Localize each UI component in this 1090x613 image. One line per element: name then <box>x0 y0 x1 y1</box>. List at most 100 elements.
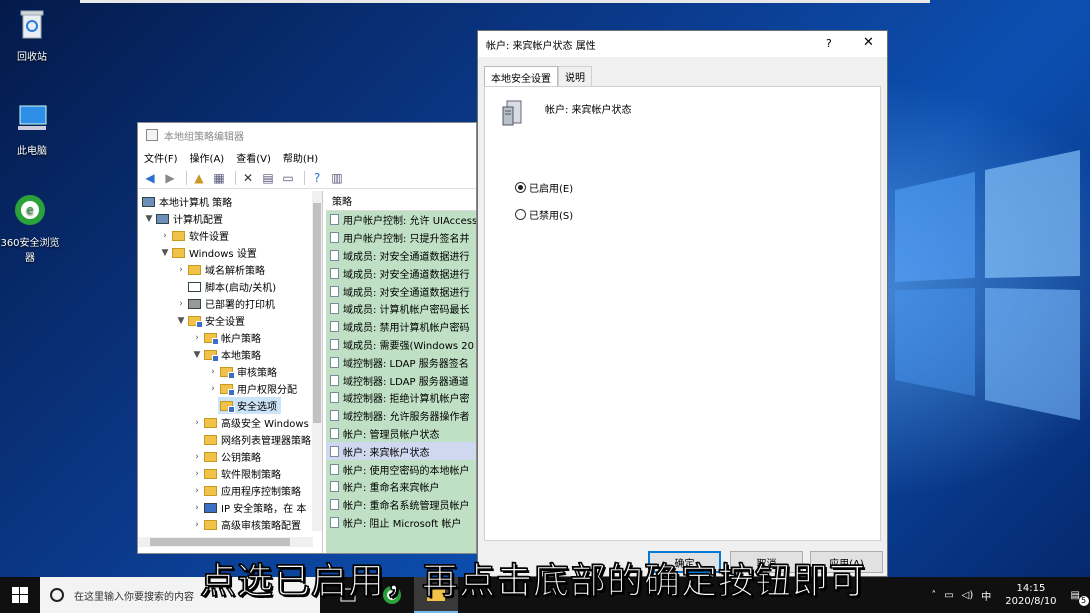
close-icon[interactable]: ✕ <box>863 35 874 50</box>
list-item[interactable]: 域控制器: 允许服务器操作者 <box>326 407 476 425</box>
export-list-icon[interactable]: ▭ <box>280 170 296 186</box>
desktop-icon-recycle-bin[interactable]: 回收站 <box>0 6 64 63</box>
list-item[interactable]: 域控制器: LDAP 服务器签名 <box>326 353 476 371</box>
chevron-right-icon[interactable]: › <box>192 486 202 496</box>
chevron-right-icon[interactable]: › <box>192 503 202 513</box>
tree-item[interactable]: › 用户权限分配 <box>208 380 297 397</box>
tree-item[interactable]: 脚本(启动/关机) <box>186 278 276 295</box>
up-folder-icon[interactable]: ▲ <box>191 170 207 186</box>
chevron-right-icon[interactable]: › <box>192 333 202 343</box>
chevron-right-icon[interactable]: › <box>176 265 186 275</box>
list-item[interactable]: 域控制器: LDAP 服务器通道 <box>326 371 476 389</box>
network-icon[interactable]: ▭ <box>944 590 953 601</box>
radio-disabled[interactable]: 已禁用(S) <box>515 207 573 222</box>
chevron-down-icon[interactable]: ▼ <box>144 214 154 224</box>
gpe-titlebar[interactable]: 本地组策略编辑器 <box>138 123 476 147</box>
folder-icon <box>204 434 217 445</box>
help-button[interactable]: ? <box>826 37 832 50</box>
menu-help[interactable]: 帮助(H) <box>283 150 318 165</box>
volume-icon[interactable]: ◁) <box>962 590 974 601</box>
chevron-down-icon[interactable]: ▼ <box>192 350 202 360</box>
tab-local-security-setting[interactable]: 本地安全设置 <box>484 66 558 87</box>
folder-icon <box>172 247 185 258</box>
tree-item[interactable]: › 高级审核策略配置 <box>192 516 301 533</box>
tree-vertical-scrollbar[interactable] <box>312 191 322 531</box>
tree-item[interactable]: › 软件设置 <box>160 227 229 244</box>
menu-view[interactable]: 查看(V) <box>236 150 271 165</box>
radio-circle[interactable] <box>515 182 526 193</box>
list-item[interactable]: 域成员: 需要强(Windows 20 <box>326 336 476 354</box>
delete-icon[interactable]: ✕ <box>240 170 256 186</box>
policy-icon <box>330 356 339 368</box>
clock[interactable]: 14:15 2020/8/10 <box>1005 582 1056 608</box>
list-item[interactable]: 帐户: 阻止 Microsoft 帐户 <box>326 514 476 532</box>
tree-item-security-options[interactable]: 安全选项 <box>218 397 281 414</box>
tree-horizontal-scrollbar[interactable] <box>138 537 313 547</box>
menu-action[interactable]: 操作(A) <box>190 150 225 165</box>
tree-item[interactable]: › 域名解析策略 <box>176 261 265 278</box>
notification-center-icon[interactable]: ▤ 5 <box>1071 590 1089 606</box>
computer-policy-icon <box>142 196 155 207</box>
tree-item[interactable]: › IP 安全策略，在 本 <box>192 499 306 516</box>
start-button[interactable] <box>0 577 40 613</box>
chevron-right-icon[interactable]: › <box>192 520 202 530</box>
tree-item[interactable]: 本地计算机 策略 <box>140 193 232 210</box>
list-item[interactable]: 域成员: 禁用计算机帐户密码 <box>326 318 476 336</box>
list-item[interactable]: 用户帐户控制: 允许 UIAccess <box>326 211 476 229</box>
tree-item[interactable]: ▼ 计算机配置 <box>144 210 223 227</box>
security-folder-icon <box>204 332 219 345</box>
list-item[interactable]: 域成员: 对安全通道数据进行 <box>326 264 476 282</box>
tree-item[interactable]: ▼ 安全设置 <box>176 312 245 329</box>
list-item[interactable]: 域成员: 对安全通道数据进行 <box>326 247 476 265</box>
show-hide-tree-icon[interactable]: ▦ <box>211 170 227 186</box>
tree-item[interactable]: › 帐户策略 <box>192 329 261 346</box>
tab-explain[interactable]: 说明 <box>558 66 592 86</box>
tree-item[interactable]: ▼ Windows 设置 <box>160 244 257 261</box>
help-icon[interactable]: ? <box>309 170 325 186</box>
list-item[interactable]: 帐户: 管理员帐户状态 <box>326 425 476 443</box>
folder-icon <box>204 417 217 428</box>
list-item[interactable]: 帐户: 重命名来宾帐户 <box>326 478 476 496</box>
chevron-right-icon[interactable]: › <box>176 299 186 309</box>
list-column-header-policy[interactable]: 策略 <box>326 191 476 211</box>
list-item[interactable]: 域成员: 计算机帐户密码最长 <box>326 300 476 318</box>
list-item[interactable]: 用户帐户控制: 只提升签名并 <box>326 229 476 247</box>
policy-icon <box>330 338 339 350</box>
tree-item[interactable]: 网络列表管理器策略 <box>202 431 311 448</box>
chevron-right-icon[interactable]: › <box>192 469 202 479</box>
chevron-right-icon[interactable]: › <box>192 418 202 428</box>
scroll-thumb[interactable] <box>313 203 321 423</box>
desktop-icon-this-pc[interactable]: 此电脑 <box>0 100 64 157</box>
tree-item[interactable]: › 已部署的打印机 <box>176 295 275 312</box>
list-item[interactable]: 域控制器: 拒绝计算机帐户密 <box>326 389 476 407</box>
tree-item[interactable]: › 软件限制策略 <box>192 465 281 482</box>
properties-icon[interactable]: ▤ <box>260 170 276 186</box>
chevron-up-icon[interactable]: ˄ <box>931 590 936 601</box>
chevron-down-icon[interactable]: ▼ <box>176 316 186 326</box>
back-arrow-icon[interactable]: ◀ <box>142 170 158 186</box>
menu-file[interactable]: 文件(F) <box>144 150 178 165</box>
chevron-right-icon[interactable]: › <box>208 367 218 377</box>
tree-item[interactable]: ▼ 本地策略 <box>192 346 261 363</box>
list-item[interactable]: 帐户: 使用空密码的本地帐户 <box>326 460 476 478</box>
radio-enabled[interactable]: 已启用(E) <box>515 180 573 195</box>
chevron-right-icon[interactable]: › <box>192 452 202 462</box>
filter-icon[interactable]: ▥ <box>329 170 345 186</box>
tree-item[interactable]: › 公钥策略 <box>192 448 261 465</box>
tree-item[interactable]: › 审核策略 <box>208 363 277 380</box>
tree-item[interactable]: › 应用程序控制策略 <box>192 482 301 499</box>
chevron-right-icon[interactable]: › <box>208 384 218 394</box>
radio-circle[interactable] <box>515 209 526 220</box>
dialog-titlebar[interactable]: 帐户: 来宾帐户状态 属性 ? ✕ <box>478 31 887 57</box>
chevron-down-icon[interactable]: ▼ <box>160 248 170 258</box>
scroll-thumb[interactable] <box>150 538 290 546</box>
list-item[interactable]: 域成员: 对安全通道数据进行 <box>326 282 476 300</box>
desktop-icon-360-browser[interactable]: e 360安全浏览器 <box>0 192 62 264</box>
list-item[interactable]: 帐户: 重命名系统管理员帐户 <box>326 496 476 514</box>
forward-arrow-icon[interactable]: ▶ <box>162 170 178 186</box>
list-item-guest-account-status[interactable]: 帐户: 来宾帐户状态 <box>326 442 476 461</box>
input-language[interactable]: 中 <box>981 588 991 603</box>
tree-item[interactable]: › 高级安全 Windows <box>192 414 309 431</box>
chevron-right-icon[interactable]: › <box>160 231 170 241</box>
desktop: 回收站 此电脑 e 360安全浏览器 本地组策略编辑器 文件(F) 操作(A) … <box>0 0 1090 577</box>
